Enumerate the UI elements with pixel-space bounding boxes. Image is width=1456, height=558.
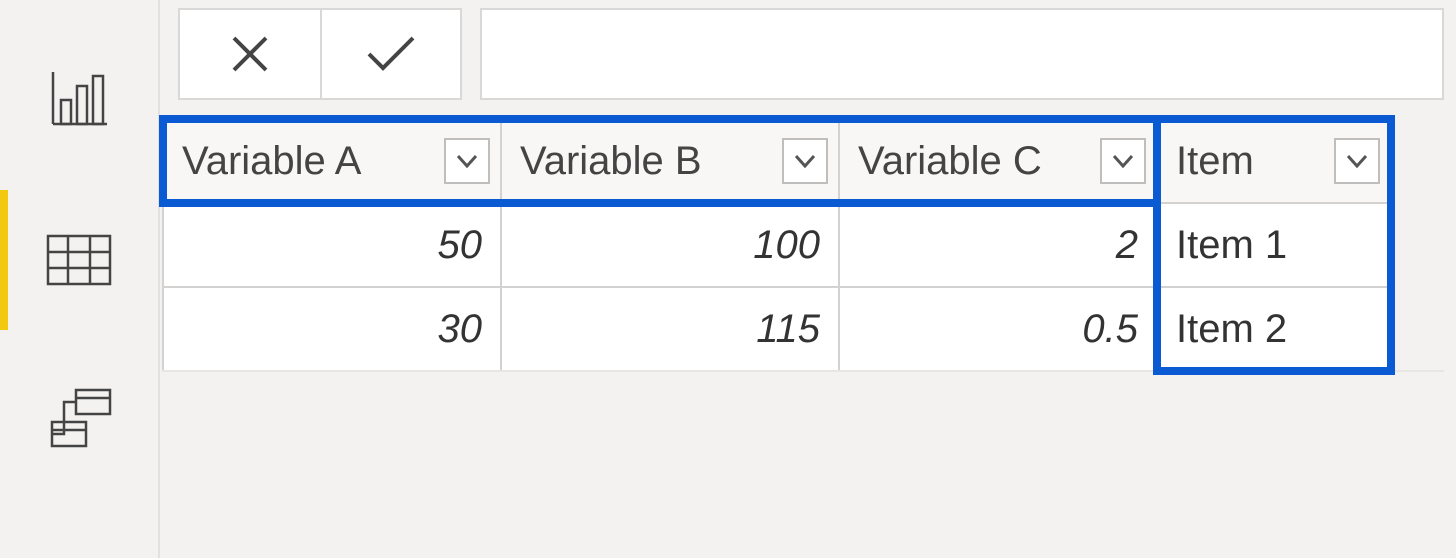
cancel-button[interactable] <box>180 10 320 98</box>
chevron-down-icon <box>456 154 478 168</box>
commit-button[interactable] <box>320 10 460 98</box>
table-row[interactable]: 50 100 2 Item 1 <box>163 203 1391 287</box>
col-header-item[interactable]: Item <box>1157 119 1391 203</box>
col-header-label: Item <box>1176 139 1254 183</box>
chevron-down-icon <box>794 154 816 168</box>
bar-chart-icon <box>49 72 109 128</box>
chevron-down-icon <box>1112 154 1134 168</box>
work-area: Variable A Variable B Vari <box>160 0 1456 558</box>
cell[interactable]: 100 <box>501 203 839 287</box>
col-header-variable-b[interactable]: Variable B <box>501 119 839 203</box>
chevron-down-icon <box>1346 154 1368 168</box>
cell[interactable]: Item 1 <box>1157 203 1391 287</box>
close-icon <box>228 32 272 76</box>
check-icon <box>365 34 417 74</box>
cell[interactable]: 115 <box>501 287 839 371</box>
cell[interactable]: 30 <box>163 287 501 371</box>
data-grid-wrap: Variable A Variable B Vari <box>160 118 1456 530</box>
table-row[interactable]: 30 115 0.5 Item 2 <box>163 287 1391 371</box>
formula-bar-buttons <box>178 8 462 100</box>
table-icon <box>46 234 112 286</box>
col-header-label: Variable B <box>520 139 702 183</box>
cell[interactable]: 0.5 <box>839 287 1157 371</box>
grid-empty-area <box>162 370 1444 530</box>
filter-button[interactable] <box>1334 138 1380 184</box>
col-header-label: Variable A <box>182 139 361 183</box>
nav-report-view[interactable] <box>0 20 158 180</box>
cell[interactable]: 50 <box>163 203 501 287</box>
cell[interactable]: Item 2 <box>1157 287 1391 371</box>
col-header-variable-c[interactable]: Variable C <box>839 119 1157 203</box>
col-header-variable-a[interactable]: Variable A <box>163 119 501 203</box>
filter-button[interactable] <box>444 138 490 184</box>
filter-button[interactable] <box>1100 138 1146 184</box>
header-row: Variable A Variable B Vari <box>163 119 1391 203</box>
nav-data-view[interactable] <box>0 180 158 340</box>
model-icon <box>44 388 114 452</box>
nav-model-view[interactable] <box>0 340 158 500</box>
col-header-label: Variable C <box>858 139 1042 183</box>
app-root: Variable A Variable B Vari <box>0 0 1456 558</box>
formula-input[interactable] <box>480 8 1444 100</box>
filter-button[interactable] <box>782 138 828 184</box>
view-nav-rail <box>0 0 160 558</box>
formula-bar <box>160 0 1456 118</box>
data-grid: Variable A Variable B Vari <box>162 118 1392 372</box>
cell[interactable]: 2 <box>839 203 1157 287</box>
